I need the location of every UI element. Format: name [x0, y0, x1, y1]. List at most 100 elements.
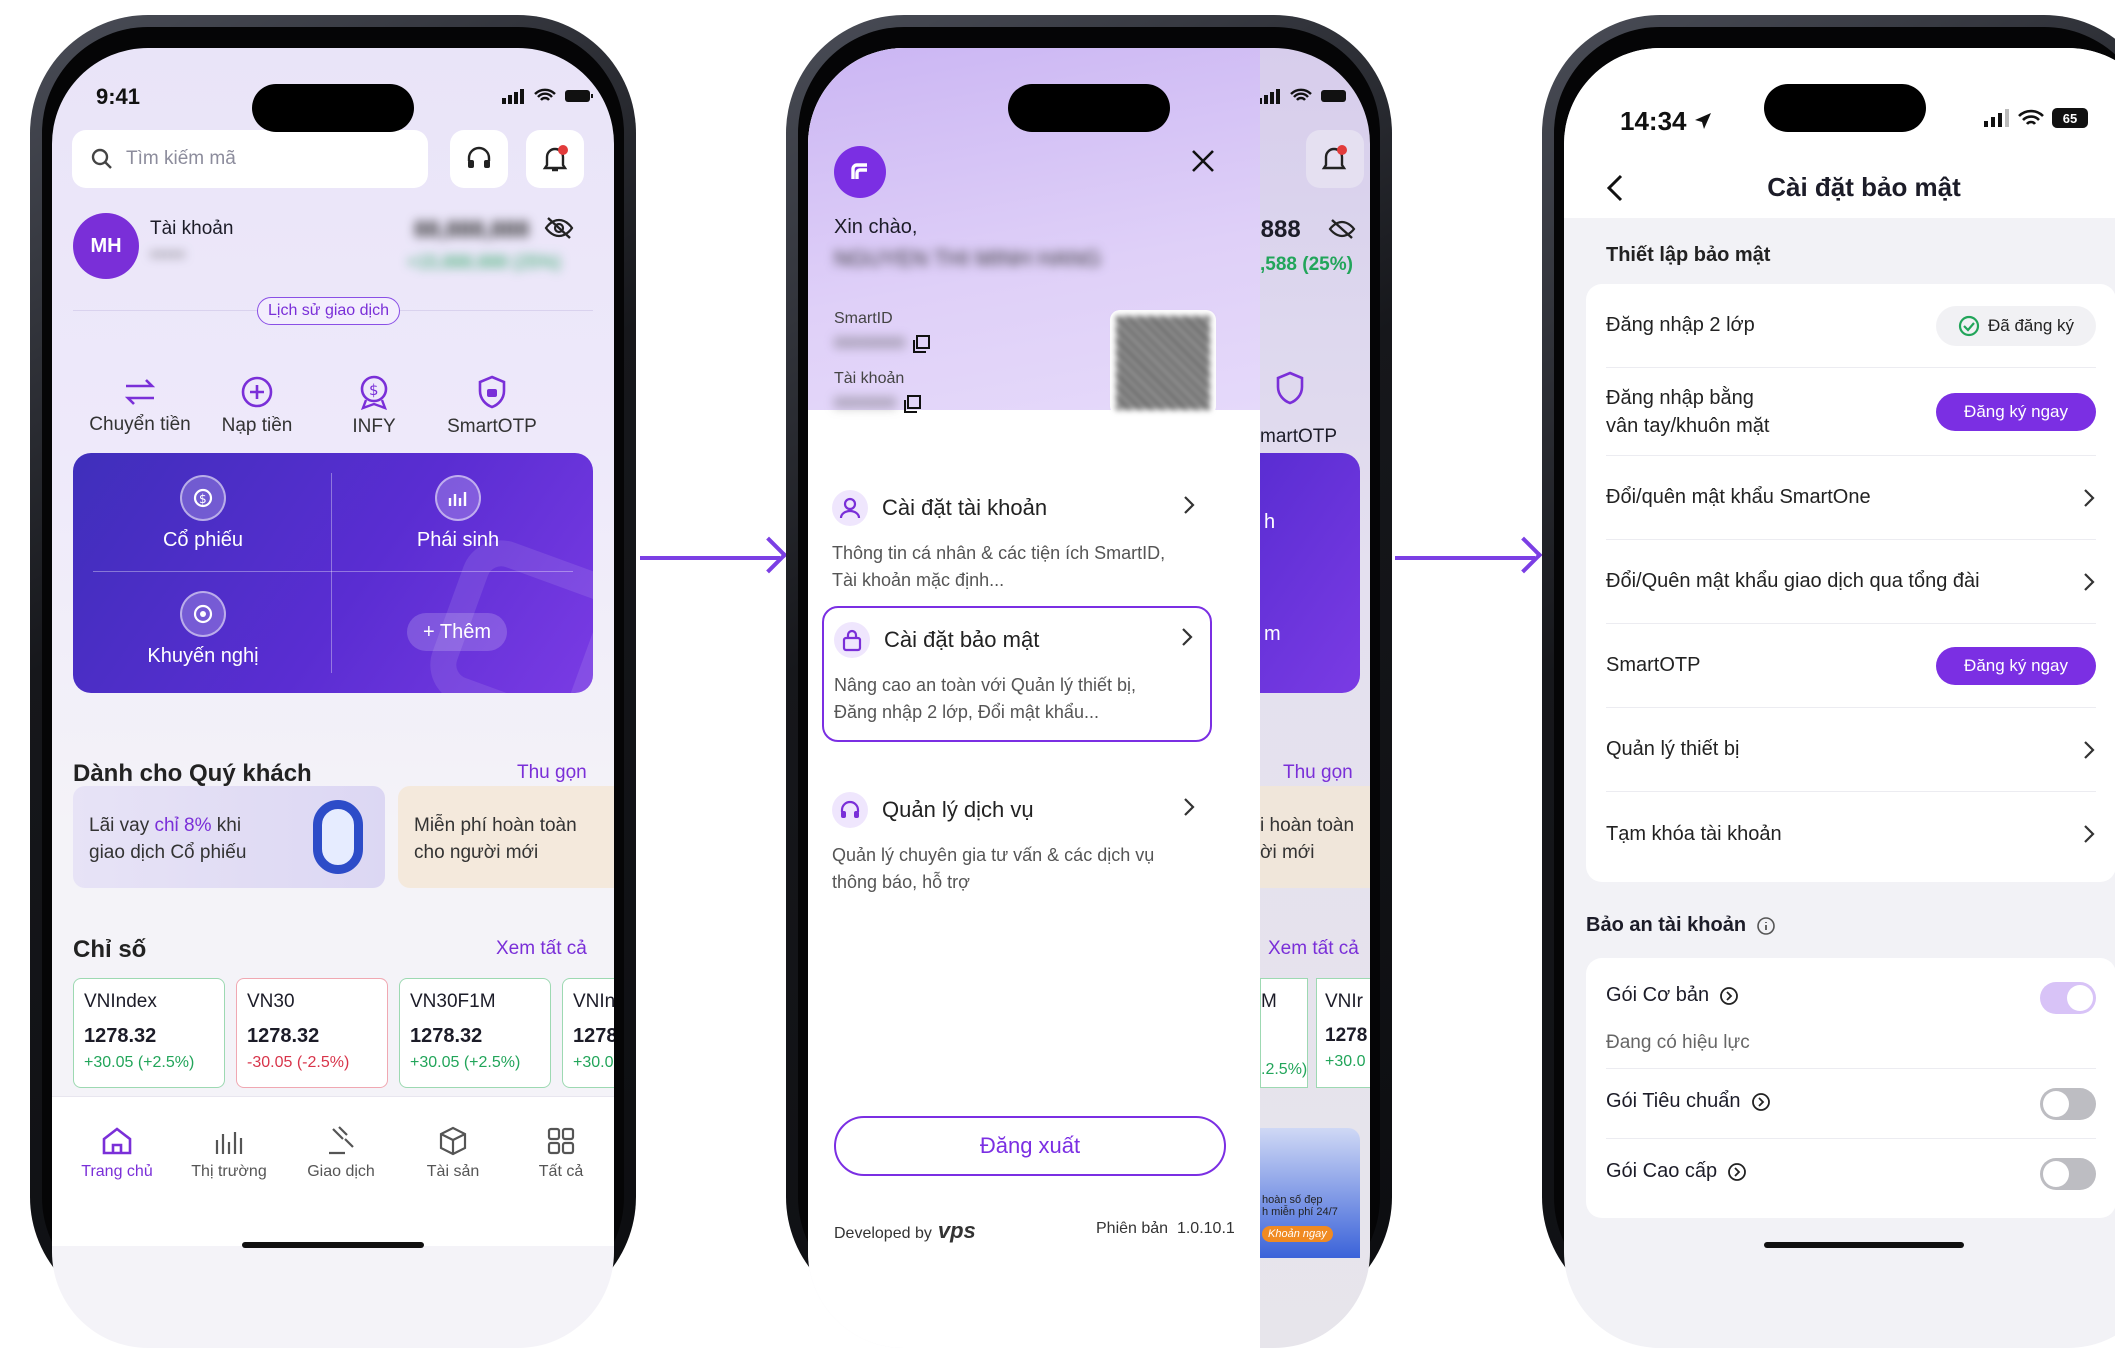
battery-icon: [565, 90, 593, 102]
target-icon: [193, 604, 213, 624]
row-device-management[interactable]: Quản lý thiết bị: [1606, 708, 2096, 792]
grid-icon: [547, 1127, 575, 1155]
wifi-icon: [1290, 88, 1312, 101]
index-card[interactable]: VNIndex 1278.32 +30.05 (+2.5%): [73, 978, 225, 1088]
account-number: *****: [150, 248, 186, 268]
home-indicator: [242, 1242, 424, 1248]
avatar[interactable]: MH: [73, 213, 139, 279]
tab-trade[interactable]: Giao dịch: [286, 1119, 396, 1181]
tab-market[interactable]: Thị trường: [174, 1119, 284, 1181]
search-input[interactable]: Tìm kiếm mã: [72, 130, 428, 188]
shield-icon: [478, 375, 506, 409]
chevron-right-icon: [2084, 825, 2095, 843]
user-name: NGUYEN THI MINH HANG: [834, 246, 1102, 271]
feature-card: $ Cổ phiếu Phái sinh Khuyến nghị + Thêm: [73, 453, 593, 693]
close-icon[interactable]: [1190, 148, 1216, 174]
account-label: Tài khoản: [834, 370, 905, 387]
menu-account-settings[interactable]: Cài đặt tài khoản Thông tin cá nhân & cá…: [822, 476, 1212, 608]
status-badge: Đã đăng ký: [1936, 305, 2096, 346]
collapse-link[interactable]: Thu gọn: [517, 762, 587, 784]
row-change-password[interactable]: Đổi/quên mật khẩu SmartOne: [1606, 456, 2096, 540]
toggle-standard[interactable]: [2040, 1088, 2096, 1120]
qr-code[interactable]: [1110, 310, 1216, 416]
toggle-advanced[interactable]: [2040, 1158, 2096, 1190]
home-icon: [102, 1127, 132, 1155]
shield-icon: [1276, 371, 1304, 405]
lock-icon: [842, 629, 862, 652]
status-time: 9:41: [96, 84, 141, 109]
user-icon: [839, 497, 861, 519]
action-deposit[interactable]: Nạp tiền: [197, 370, 317, 437]
bell-icon: [542, 145, 568, 172]
page-title: Cài đặt bảo mật: [1767, 172, 1961, 202]
tab-all[interactable]: Tất cả: [506, 1119, 614, 1181]
app-version: Phiên bản 1.0.10.1: [1096, 1220, 1235, 1237]
chevron-right-icon: [1182, 628, 1193, 646]
phone-frame-security: 14:34 65 Cài đặt bảo mật Thiết lập bảo m…: [1542, 15, 2115, 1348]
search-placeholder: Tìm kiếm mã: [126, 148, 236, 169]
tab-home[interactable]: Trang chủ: [62, 1119, 172, 1181]
tab-assets[interactable]: Tài sản: [398, 1119, 508, 1181]
action-transfer[interactable]: Chuyển tiền: [80, 370, 200, 436]
toggle-basic[interactable]: [2040, 982, 2096, 1014]
search-icon: [91, 148, 112, 169]
view-all-link[interactable]: Xem tất cả: [496, 938, 587, 960]
menu-service-management[interactable]: Quản lý dịch vụ Quản lý chuyên gia tư vấ…: [822, 778, 1212, 910]
smartid-value: 00000000: [834, 335, 906, 352]
index-card[interactable]: VN30F1M 1278.32 +30.05 (+2.5%): [399, 978, 551, 1088]
row-lock-account[interactable]: Tạm khóa tài khoản: [1606, 792, 2096, 876]
history-button[interactable]: Lịch sử giao dịch: [257, 297, 400, 325]
dynamic-island: [1764, 84, 1926, 132]
section-header-protection: Bảo an tài khoản: [1586, 914, 1776, 937]
chevron-right-icon: [2084, 488, 2095, 507]
phone-frame-menu: ,888 ,588 (25%) martOTP hm Thu gọn i hoà…: [786, 15, 1392, 1348]
svg-text:$: $: [199, 492, 207, 506]
chevron-right-icon: [2084, 572, 2095, 591]
chevron-circle-icon[interactable]: [1751, 1092, 1771, 1112]
chevron-circle-icon[interactable]: [1727, 1162, 1747, 1182]
phone-frame-home: 9:41 Tìm kiếm mã MH Tài khoản ***** 88,8…: [30, 15, 636, 1348]
advanced-package: Gói Cao cấp: [1606, 1160, 1747, 1183]
promo-loan[interactable]: Lãi vay chỉ 8% khi giao dịch Cổ phiếu: [73, 786, 385, 888]
copy-icon[interactable]: [911, 334, 931, 354]
profit-loss: +15,888,888 (25%): [407, 252, 561, 272]
chart-icon: [448, 492, 467, 506]
dynamic-island: [252, 84, 414, 132]
action-smartotp[interactable]: SmartOTP: [432, 370, 552, 438]
row-biometric[interactable]: Đăng nhập bằng vân tay/khuôn mặt Đăng ký n…: [1606, 368, 2096, 456]
menu-security-settings[interactable]: Cài đặt bảo mật Nâng cao an toàn với Quả…: [822, 606, 1212, 742]
security-screen: 14:34 65 Cài đặt bảo mật Thiết lập bảo m…: [1564, 48, 2115, 1348]
headset-icon: [840, 800, 860, 818]
wifi-icon: [534, 88, 556, 101]
feature-recommend[interactable]: Khuyến nghị: [88, 591, 318, 668]
promo-free[interactable]: Miễn phí hoàn toàn cho người mới: [398, 786, 614, 888]
location-arrow-icon: [1694, 113, 1711, 129]
feature-stocks[interactable]: $ Cổ phiếu: [88, 475, 318, 552]
section-header: Thiết lập bảo mật: [1606, 244, 1771, 266]
support-button[interactable]: [450, 130, 508, 188]
add-feature-button[interactable]: + Thêm: [407, 613, 507, 651]
index-card[interactable]: VNIn 1278 +30.0: [562, 978, 614, 1088]
eye-off-icon[interactable]: [544, 216, 574, 240]
vps-logo-icon: [834, 146, 886, 198]
home-screen: 9:41 Tìm kiếm mã MH Tài khoản ***** 88,8…: [52, 48, 614, 1348]
chevron-right-icon: [2084, 740, 2095, 759]
index-card[interactable]: VN30 1278.32 -30.05 (-2.5%): [236, 978, 388, 1088]
battery-icon: [1321, 90, 1346, 102]
copy-icon[interactable]: [902, 394, 922, 414]
chevron-circle-icon[interactable]: [1719, 986, 1739, 1006]
register-biometric-button[interactable]: Đăng ký ngay: [1936, 392, 2096, 431]
action-infy[interactable]: $ INFY: [314, 370, 434, 438]
developed-by: Developed by: [834, 1225, 932, 1242]
register-otp-button[interactable]: Đăng ký ngay: [1936, 646, 2096, 685]
feature-derivatives[interactable]: Phái sinh: [343, 475, 573, 552]
side-drawer: Xin chào, NGUYEN THI MINH HANG SmartID 0…: [808, 48, 1260, 1348]
section-title-index: Chỉ số: [73, 936, 147, 963]
row-2fa[interactable]: Đăng nhập 2 lớp Đã đăng ký: [1606, 284, 2096, 368]
row-trade-password[interactable]: Đổi/Quên mật khẩu giao dịch qua tổng đài: [1606, 540, 2096, 624]
row-smartotp[interactable]: SmartOTP Đăng ký ngay: [1606, 624, 2096, 708]
info-icon[interactable]: [1756, 916, 1776, 936]
notification-button[interactable]: [526, 130, 584, 188]
logout-button[interactable]: Đăng xuất: [834, 1116, 1226, 1176]
home-indicator: [1764, 1242, 1964, 1248]
